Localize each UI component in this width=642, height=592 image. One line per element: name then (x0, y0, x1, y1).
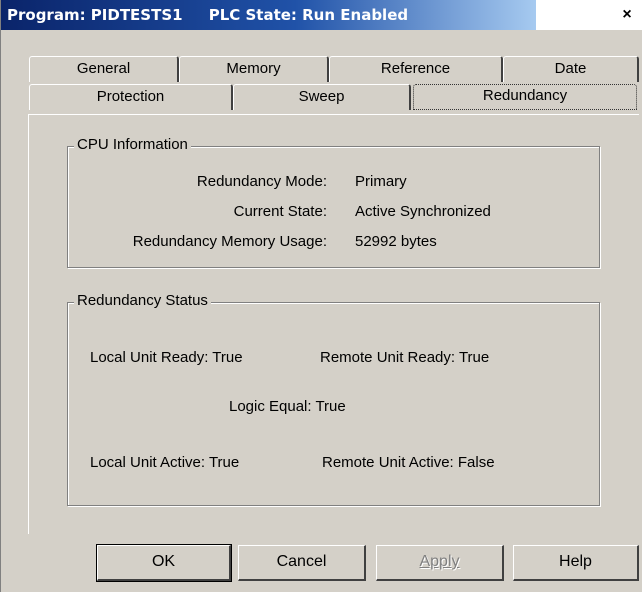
cpu-information-title: CPU Information (74, 136, 191, 153)
apply-button[interactable]: Apply (376, 545, 504, 581)
current-state-label: Current State: (233, 203, 327, 220)
close-icon[interactable]: × (617, 6, 637, 26)
redundancy-mode-label: Redundancy Mode: (196, 173, 327, 190)
cancel-button[interactable]: Cancel (238, 545, 366, 581)
plc-properties-dialog: Program: PIDTESTS1 PLC State: Run Enable… (0, 0, 642, 592)
tab-protection[interactable]: Protection (29, 84, 233, 110)
redundancy-mode-value: Primary (355, 173, 407, 190)
tab-date[interactable]: Date (503, 56, 639, 82)
title-bar: Program: PIDTESTS1 PLC State: Run Enable… (1, 0, 642, 30)
tab-memory[interactable]: Memory (179, 56, 329, 82)
tab-general[interactable]: General (29, 56, 179, 82)
logic-equal: Logic Equal: True (229, 398, 346, 415)
local-unit-ready: Local Unit Ready: True (90, 349, 243, 366)
current-state-value: Active Synchronized (355, 203, 491, 220)
tab-reference[interactable]: Reference (329, 56, 503, 82)
window-title: Program: PIDTESTS1 PLC State: Run Enable… (7, 6, 409, 24)
apply-button-label: Apply (419, 553, 460, 570)
help-button[interactable]: Help (513, 545, 639, 581)
remote-unit-active: Remote Unit Active: False (322, 454, 495, 471)
redundancy-memory-usage-label: Redundancy Memory Usage: (132, 233, 327, 250)
redundancy-status-title: Redundancy Status (74, 292, 211, 309)
remote-unit-ready: Remote Unit Ready: True (320, 349, 490, 366)
ok-button[interactable]: OK (96, 544, 232, 582)
tab-sweep[interactable]: Sweep (233, 84, 411, 110)
local-unit-active: Local Unit Active: True (90, 454, 240, 471)
redundancy-memory-usage-value: 52992 bytes (355, 233, 437, 250)
tab-redundancy[interactable]: Redundancy (413, 84, 637, 110)
